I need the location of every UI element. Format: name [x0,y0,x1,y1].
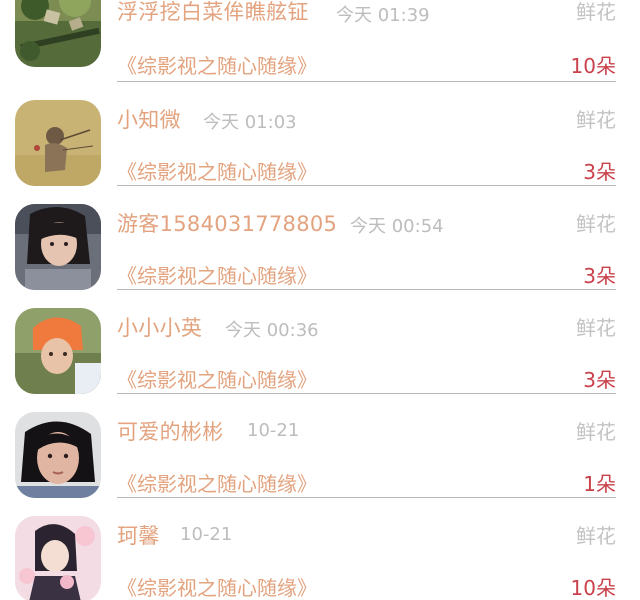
avatar[interactable] [15,516,101,600]
list-item[interactable]: 小知微 今天 01:03 鲜花 《综影视之随心随缘》 3朵 [0,100,640,204]
gift-record-list: 浮浮挖白菜侔瞧舷钲 今天 01:39 鲜花 《综影视之随心随缘》 10朵 小知微… [0,0,640,600]
avatar[interactable] [15,308,101,394]
gift-amount: 3朵 [583,264,616,288]
gift-type: 鲜花 [576,108,616,132]
timestamp: 今天 01:03 [203,112,297,133]
user-name[interactable]: 珂馨 [117,520,160,550]
book-title[interactable]: 《综影视之随心随缘》 [117,468,317,497]
list-item[interactable]: 游客1584031778805 今天 00:54 鲜花 《综影视之随心随缘》 3… [0,204,640,308]
book-title[interactable]: 《综影视之随心随缘》 [117,50,317,79]
gift-type: 鲜花 [576,316,616,340]
list-item[interactable]: 可爱的彬彬 10-21 鲜花 《综影视之随心随缘》 1朵 [0,412,640,516]
timestamp: 10-21 [247,420,300,441]
gift-amount: 1朵 [583,472,616,496]
book-title[interactable]: 《综影视之随心随缘》 [117,572,317,600]
timestamp: 今天 00:54 [350,216,444,237]
gift-amount: 3朵 [583,368,616,392]
divider [117,81,616,82]
divider [117,497,616,498]
gift-type: 鲜花 [576,420,616,444]
list-item[interactable]: 珂馨 10-21 鲜花 《综影视之随心随缘》 10朵 [0,516,640,600]
divider [117,393,616,394]
avatar[interactable] [15,0,101,67]
user-name[interactable]: 小知微 [117,104,181,134]
divider [117,289,616,290]
user-name[interactable]: 浮浮挖白菜侔瞧舷钲 [117,0,309,26]
user-name[interactable]: 游客1584031778805 [117,208,337,238]
book-title[interactable]: 《综影视之随心随缘》 [117,260,317,289]
gift-amount: 10朵 [570,576,616,600]
user-name[interactable]: 可爱的彬彬 [117,416,224,446]
avatar[interactable] [15,204,101,290]
gift-type: 鲜花 [576,524,616,548]
list-item[interactable]: 浮浮挖白菜侔瞧舷钲 今天 01:39 鲜花 《综影视之随心随缘》 10朵 [0,0,640,100]
gift-type: 鲜花 [576,212,616,236]
avatar[interactable] [15,100,101,186]
timestamp: 10-21 [180,524,233,545]
gift-amount: 3朵 [583,160,616,184]
book-title[interactable]: 《综影视之随心随缘》 [117,364,317,393]
gift-type: 鲜花 [576,0,616,24]
timestamp: 今天 01:39 [336,5,430,26]
timestamp: 今天 00:36 [225,320,319,341]
list-item[interactable]: 小小小英 今天 00:36 鲜花 《综影视之随心随缘》 3朵 [0,308,640,412]
user-name[interactable]: 小小小英 [117,312,202,342]
book-title[interactable]: 《综影视之随心随缘》 [117,156,317,185]
avatar[interactable] [15,412,101,498]
divider [117,185,616,186]
gift-amount: 10朵 [570,54,616,78]
